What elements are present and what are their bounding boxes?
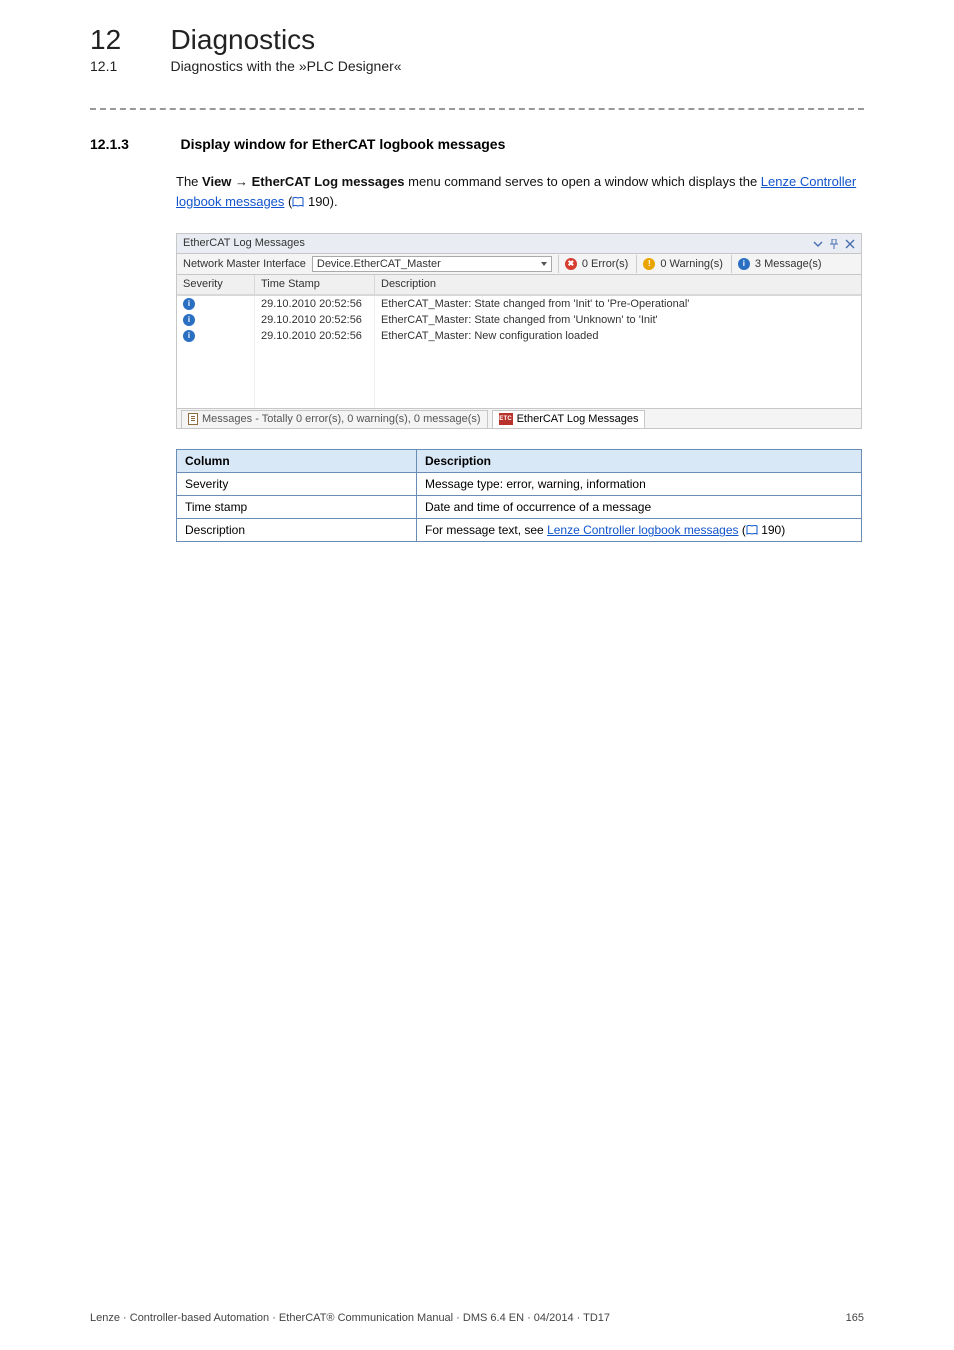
th-column: Column <box>177 450 417 473</box>
pin-icon[interactable] <box>829 239 839 249</box>
log-row-empty <box>177 360 861 376</box>
col-severity[interactable]: Severity <box>177 275 255 295</box>
document-icon <box>188 413 198 425</box>
error-count[interactable]: 0 Error(s) <box>582 258 628 271</box>
toolbar-label: Network Master Interface <box>183 258 306 271</box>
message-count[interactable]: 3 Message(s) <box>755 258 822 271</box>
panel-title-text: EtherCAT Log Messages <box>183 237 305 250</box>
divider <box>90 108 864 110</box>
warning-count[interactable]: 0 Warning(s) <box>660 258 723 271</box>
separator <box>731 255 732 273</box>
status-tabs: Messages - Totally 0 error(s), 0 warning… <box>177 408 861 428</box>
log-row[interactable]: i 29.10.2010 20:52:56 EtherCAT_Master: S… <box>177 296 861 312</box>
subsection-heading: 12.1.3 Display window for EtherCAT logbo… <box>90 136 864 154</box>
table-row: Time stamp Date and time of occurrence o… <box>177 496 862 519</box>
log-row-empty <box>177 392 861 408</box>
log-row[interactable]: i 29.10.2010 20:52:56 EtherCAT_Master: S… <box>177 312 861 328</box>
log-row-empty <box>177 376 861 392</box>
book-icon <box>746 525 758 535</box>
chevron-down-icon[interactable] <box>813 239 823 249</box>
section-title: Diagnostics with the »PLC Designer« <box>170 58 401 74</box>
page-number: 165 <box>846 1312 864 1324</box>
master-interface-dropdown[interactable]: Device.EtherCAT_Master <box>312 256 552 272</box>
info-icon: i <box>183 314 195 326</box>
col-timestamp[interactable]: Time Stamp <box>255 275 375 295</box>
info-icon: i <box>183 298 195 310</box>
page-footer: Lenze · Controller-based Automation · Et… <box>90 1312 864 1324</box>
close-icon[interactable] <box>845 239 855 249</box>
info-icon: i <box>183 330 195 342</box>
log-grid-header: Severity Time Stamp Description <box>177 275 861 296</box>
book-icon <box>292 197 304 207</box>
table-row: Description For message text, see Lenze … <box>177 519 862 542</box>
column-description-table: Column Description Severity Message type… <box>176 449 862 542</box>
section-header: 12.1 Diagnostics with the »PLC Designer« <box>90 58 864 76</box>
log-row[interactable]: i 29.10.2010 20:52:56 EtherCAT_Master: N… <box>177 328 861 344</box>
col-description[interactable]: Description <box>375 275 861 295</box>
ethercat-icon: ETC <box>499 413 513 425</box>
subsection-number: 12.1.3 <box>90 136 176 152</box>
chapter-title: Diagnostics <box>170 24 315 56</box>
warning-icon: ! <box>643 258 655 270</box>
tab-ethercat-log[interactable]: ETC EtherCAT Log Messages <box>492 410 646 428</box>
logbook-link[interactable]: Lenze Controller logbook messages <box>547 523 738 537</box>
panel-toolbar: Network Master Interface Device.EtherCAT… <box>177 254 861 275</box>
subsection-title: Display window for EtherCAT logbook mess… <box>180 136 505 152</box>
log-row-empty <box>177 344 861 360</box>
intro-paragraph: The View → EtherCAT Log messages menu co… <box>176 172 864 211</box>
section-number: 12.1 <box>90 58 166 74</box>
separator <box>636 255 637 273</box>
info-icon: i <box>738 258 750 270</box>
ethercat-log-panel: EtherCAT Log Messages Network Master Int… <box>176 233 862 429</box>
chapter-header: 12 Diagnostics <box>90 24 864 56</box>
footer-text: Lenze · Controller-based Automation · Et… <box>90 1312 610 1324</box>
panel-titlebar: EtherCAT Log Messages <box>177 234 861 254</box>
chapter-number: 12 <box>90 24 166 56</box>
tab-messages[interactable]: Messages - Totally 0 error(s), 0 warning… <box>181 410 488 428</box>
th-description: Description <box>417 450 862 473</box>
error-icon: ✖ <box>565 258 577 270</box>
separator <box>558 255 559 273</box>
table-row: Severity Message type: error, warning, i… <box>177 473 862 496</box>
